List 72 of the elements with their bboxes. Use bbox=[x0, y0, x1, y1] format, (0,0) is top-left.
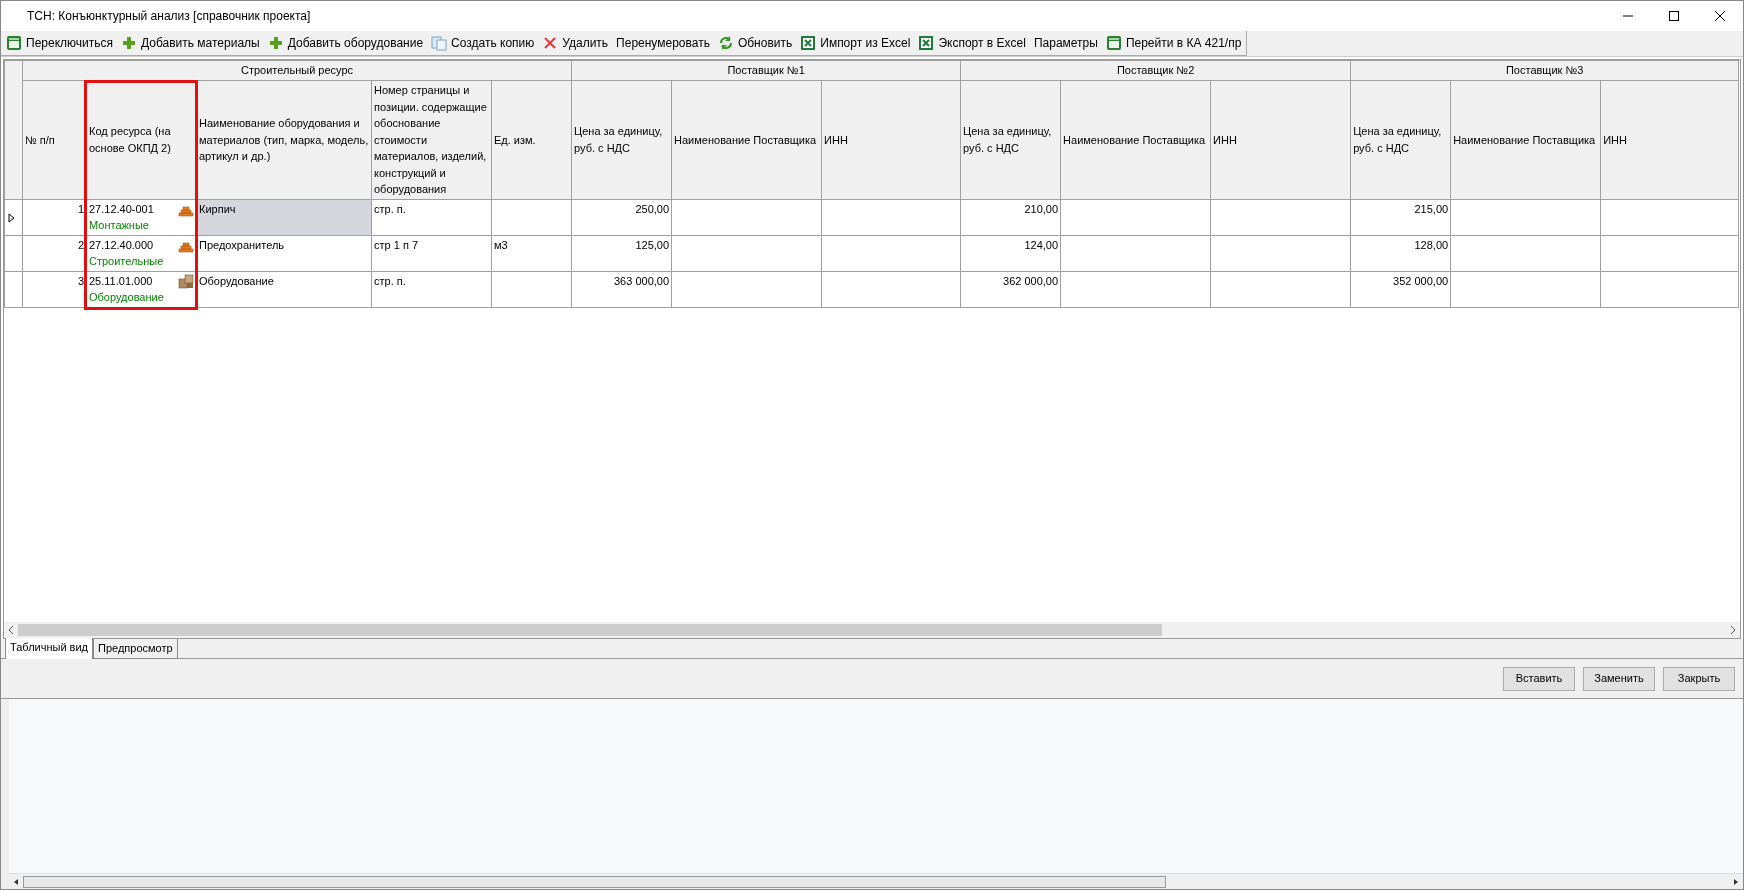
row-indicator[interactable] bbox=[4, 271, 23, 307]
column-header[interactable]: Код ресурса (на основе ОКПД 2) bbox=[86, 80, 197, 199]
column-header[interactable]: Наименование оборудования и материалов (тип, марка, модель, артикул и др.) bbox=[196, 80, 372, 199]
column-header[interactable]: ИНН bbox=[1210, 80, 1351, 199]
column-header[interactable]: Наименование Поставщика bbox=[1060, 80, 1211, 199]
toolbar-button[interactable]: Перейти в КА 421/пр bbox=[1104, 32, 1243, 54]
column-header[interactable]: ИНН bbox=[1600, 80, 1739, 199]
scrollbar-thumb[interactable] bbox=[18, 624, 1163, 636]
spreadsheet-icon bbox=[918, 35, 935, 51]
group-header: Строительный ресурс bbox=[22, 60, 572, 81]
scrollbar-thumb[interactable] bbox=[23, 875, 1166, 888]
table-cell: 352 000,00 bbox=[1350, 271, 1451, 307]
toolbar-button[interactable]: Импорт из Excel bbox=[799, 32, 912, 54]
table-cell: стр. п. bbox=[371, 271, 492, 307]
tab[interactable]: Табличный вид bbox=[5, 638, 94, 660]
toolbar-button[interactable]: Перенумеровать bbox=[615, 32, 711, 54]
resource-code: 27.12.40.000 bbox=[89, 237, 155, 253]
toolbar-button[interactable]: Добавить оборудование bbox=[266, 32, 425, 54]
resource-category: Строительные bbox=[89, 254, 164, 269]
column-header[interactable]: Наименование Поставщика bbox=[671, 80, 822, 199]
column-header[interactable]: Ед. изм. bbox=[491, 80, 572, 199]
column-header[interactable]: Цена за единицу, руб. с НДС bbox=[571, 80, 672, 199]
spreadsheet-icon bbox=[1105, 35, 1122, 51]
table-cell: стр 1 п 7 bbox=[371, 235, 492, 271]
table-cell: 250,00 bbox=[571, 199, 672, 235]
row-indicator[interactable] bbox=[4, 199, 23, 235]
column-header[interactable]: Цена за единицу, руб. с НДС bbox=[960, 80, 1061, 199]
spreadsheet-icon bbox=[800, 35, 817, 51]
refresh-icon bbox=[717, 35, 734, 51]
table-cell: м3 bbox=[491, 235, 572, 271]
table-cell: 215,00 bbox=[1350, 199, 1451, 235]
resource-code: 27.12.40-001 bbox=[89, 201, 154, 217]
spreadsheet-icon bbox=[6, 35, 22, 51]
table-cell: 363 000,00 bbox=[571, 271, 672, 307]
table-cell: 128,00 bbox=[1350, 235, 1451, 271]
resource-category: Монтажные bbox=[89, 218, 150, 233]
resource-category: Оборудование bbox=[89, 290, 164, 305]
plus-icon bbox=[267, 35, 284, 51]
column-header[interactable]: ИНН bbox=[821, 80, 961, 199]
table-cell: стр. п. bbox=[371, 199, 492, 235]
toolbar-button[interactable]: Добавить материалы bbox=[120, 32, 261, 54]
table-cell: Кирпич bbox=[196, 199, 372, 235]
table-cell: 124,00 bbox=[960, 235, 1061, 271]
group-header: Поставщик №3 bbox=[1350, 60, 1739, 81]
resource-code: 25.11.01.000 bbox=[89, 273, 154, 289]
table-cell: Оборудование bbox=[196, 271, 372, 307]
toolbar-button[interactable]: Параметры bbox=[1032, 32, 1099, 54]
dialog-button[interactable]: Вставить bbox=[1503, 666, 1575, 691]
row-indicator[interactable] bbox=[4, 235, 23, 271]
dialog-button[interactable]: Заменить bbox=[1583, 666, 1655, 691]
table-cell: 362 000,00 bbox=[960, 271, 1061, 307]
window-title: ТСН: Конъюнктурный анализ [справочник проекта] bbox=[27, 8, 311, 25]
table-cell: 210,00 bbox=[960, 199, 1061, 235]
group-header: Поставщик №2 bbox=[960, 60, 1351, 81]
plus-icon bbox=[121, 35, 137, 51]
dialog-button[interactable]: Закрыть bbox=[1663, 666, 1735, 691]
copy-icon bbox=[431, 35, 448, 51]
current-row-icon bbox=[7, 212, 15, 223]
table-cell: Предохранитель bbox=[196, 235, 372, 271]
table-cell: 125,00 bbox=[571, 235, 672, 271]
delete-icon bbox=[542, 35, 559, 51]
column-header[interactable]: № п/п bbox=[22, 80, 87, 199]
group-header: Поставщик №1 bbox=[571, 60, 961, 81]
toolbar-button[interactable]: Обновить bbox=[716, 32, 794, 54]
toolbar-button[interactable]: Создать копию bbox=[430, 32, 536, 54]
toolbar-button[interactable]: Удалить bbox=[541, 32, 610, 54]
toolbar-button[interactable]: Переключиться bbox=[5, 32, 114, 54]
toolbar-button[interactable]: Экспорт в Excel bbox=[917, 32, 1027, 54]
column-header[interactable]: Цена за единицу, руб. с НДС bbox=[1350, 80, 1451, 199]
column-header[interactable]: Наименование Поставщика bbox=[1450, 80, 1601, 199]
boxes-icon bbox=[178, 272, 194, 289]
tab[interactable]: Предпросмотр bbox=[93, 639, 178, 659]
